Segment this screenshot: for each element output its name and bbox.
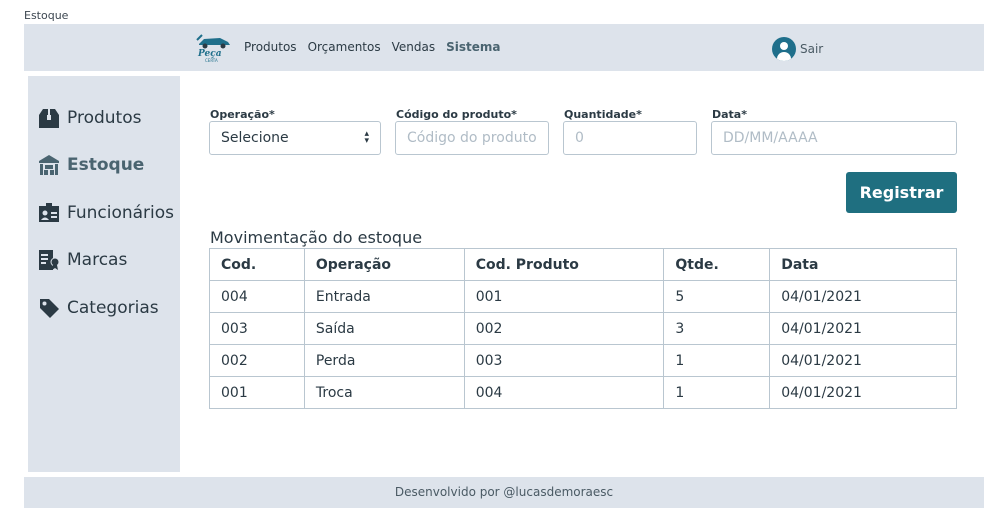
sidebar-item-produtos[interactable]: Produtos [38,107,141,129]
sidebar-item-funcionarios[interactable]: Funcionários [38,202,174,224]
table-cell: 1 [663,376,771,409]
table-cell: 04/01/2021 [769,312,957,345]
window-title: Estoque [24,9,69,22]
table-cell: 004 [463,376,665,409]
table-cell: 5 [663,280,771,313]
sidebar-item-label: Categorias [67,298,159,318]
table-cell: 3 [663,312,771,345]
table-cell: 1 [663,344,771,377]
quantidade-label: Quantidade* [564,108,642,121]
footer: Desenvolvido por @lucasdemoraesc [24,477,984,508]
table-cell: 001 [463,280,665,313]
column-header: Data [769,248,957,281]
sidebar-item-label: Estoque [67,155,145,175]
sidebar-item-categorias[interactable]: Categorias [38,297,159,319]
column-header: Operação [303,248,465,281]
table-cell: 003 [209,312,305,345]
sidebar: Produtos Estoque Funcionários Marcas Cat… [28,76,180,472]
table-cell: Troca [303,376,465,409]
column-header: Qtde. [663,248,771,281]
table-cell: 04/01/2021 [769,376,957,409]
table-cell: 002 [463,312,665,345]
logo[interactable]: Peça CERTA [196,33,232,63]
tag-icon [40,299,59,318]
table-cell: Perda [303,344,465,377]
data-label: Data* [712,108,747,121]
top-navbar: Peça CERTA Produtos Orçamentos Vendas Si… [24,24,984,71]
stock-movement-table: Cod. Operação Cod. Produto Qtde. Data 00… [209,248,957,409]
app-container: Peça CERTA Produtos Orçamentos Vendas Si… [24,24,984,508]
badge-icon [39,250,60,270]
data-input[interactable] [711,121,957,155]
table-cell: 04/01/2021 [769,344,957,377]
table-cell: 004 [209,280,305,313]
logo-subtext: CERTA [205,58,218,63]
select-arrows-icon: ▴ ▾ [364,129,369,146]
operacao-select-value: Selecione [221,130,289,146]
warehouse-icon [39,155,59,175]
table-row: 004 Entrada 001 5 04/01/2021 [209,280,957,313]
logout-label: Sair [800,42,824,56]
column-header: Cod. Produto [463,248,665,281]
operacao-label: Operação* [210,108,275,121]
table-cell: 002 [209,344,305,377]
table-cell: 003 [463,344,665,377]
registrar-button[interactable]: Registrar [846,172,957,213]
sidebar-item-estoque[interactable]: Estoque [38,154,144,176]
table-cell: Entrada [303,280,465,313]
quantidade-input[interactable] [563,121,697,155]
table-cell: 04/01/2021 [769,280,957,313]
sidebar-item-label: Marcas [67,250,128,270]
table-header-row: Cod. Operação Cod. Produto Qtde. Data [209,248,957,281]
id-card-icon [39,203,59,222]
sidebar-item-label: Funcionários [67,203,175,223]
codigo-produto-input[interactable] [395,121,549,155]
logout-button[interactable]: Sair [772,37,823,61]
main-nav: Produtos Orçamentos Vendas Sistema [244,40,500,54]
box-icon [39,109,59,128]
nav-orcamentos[interactable]: Orçamentos [308,40,381,54]
car-icon [196,34,230,49]
sidebar-item-label: Produtos [67,108,142,128]
table-row: 002 Perda 003 1 04/01/2021 [209,344,957,377]
operacao-select[interactable]: Selecione ▴ ▾ [209,121,381,155]
sidebar-item-marcas[interactable]: Marcas [38,249,127,271]
user-avatar-icon [772,37,796,61]
nav-vendas[interactable]: Vendas [392,40,436,54]
table-cell: Saída [303,312,465,345]
table-title: Movimentação do estoque [210,228,423,247]
table-row: 001 Troca 004 1 04/01/2021 [209,376,957,409]
nav-produtos[interactable]: Produtos [244,40,297,54]
table-row: 003 Saída 002 3 04/01/2021 [209,312,957,345]
nav-sistema[interactable]: Sistema [446,40,500,54]
column-header: Cod. [209,248,305,281]
codigo-label: Código do produto* [396,108,517,121]
table-cell: 001 [209,376,305,409]
